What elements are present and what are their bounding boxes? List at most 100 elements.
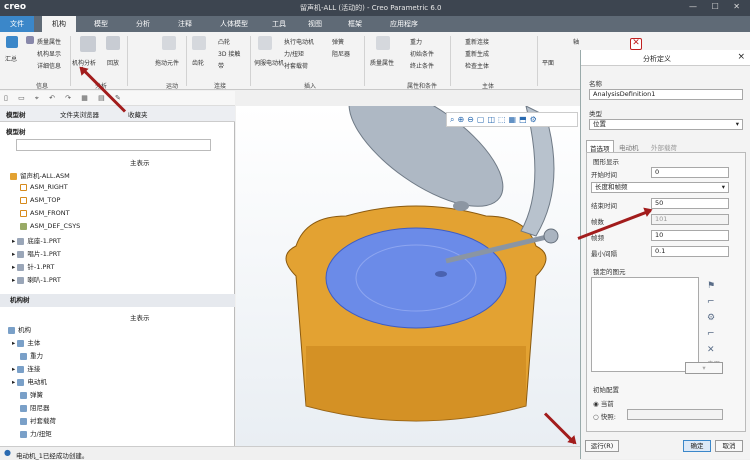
bushing-load-button[interactable]: 衬套载荷 — [284, 61, 308, 70]
tab-annotate[interactable]: 注释 — [168, 16, 202, 32]
summary-button[interactable]: 汇总 — [5, 54, 17, 63]
tree-item-csys[interactable]: ASM_DEF_CSYS — [20, 222, 80, 230]
tree-item-record[interactable]: ▸ 唱片-1.PRT — [12, 248, 61, 258]
mech-item-bushing[interactable]: 衬套载荷 — [20, 415, 56, 425]
cancel-button[interactable]: 取消 — [715, 440, 743, 452]
tree-item-asm-top[interactable]: ASM_TOP — [20, 196, 60, 204]
mechanism-display-button[interactable]: 机构显示 — [37, 49, 61, 58]
drag-icon[interactable] — [162, 36, 176, 50]
termination-condition-button[interactable]: 终止条件 — [410, 61, 434, 70]
locked-entity-tool-icons[interactable]: ⚑ ⌐ ⚙ ⌐ ✕ — [707, 278, 721, 358]
start-time-field[interactable]: 0 — [651, 167, 729, 178]
gravity-icon — [20, 352, 27, 360]
type-select[interactable]: 位置 ▾ — [589, 119, 743, 130]
filter-input[interactable] — [16, 139, 211, 151]
replay-icon[interactable] — [106, 36, 120, 50]
view-toolbar-icons[interactable]: ⌕⊕⊖▢◫⬚▦⬒⚙ — [450, 115, 540, 125]
tree-item-asm-right[interactable]: ASM_RIGHT — [20, 183, 68, 191]
tab-folder-browser[interactable]: 文件夹浏览器 — [60, 109, 99, 119]
tree-item-asm-front[interactable]: ASM_FRONT — [20, 209, 70, 217]
mech-item-motors[interactable]: ▸ 电动机 — [12, 376, 47, 386]
mech-item-force[interactable]: 力/扭矩 — [20, 428, 52, 438]
run-button[interactable]: 运行(R) — [585, 440, 619, 452]
mech-item-dampers[interactable]: 阻尼器 — [20, 402, 50, 412]
current-radio[interactable]: ◉ 当前 — [593, 398, 614, 408]
mech-item-springs[interactable]: 弹簧 — [20, 389, 43, 399]
mass-properties-icon[interactable] — [376, 36, 390, 50]
mass-properties-button[interactable]: 质量属性 — [37, 37, 61, 46]
tab-motors[interactable]: 电动机 — [619, 142, 639, 152]
tab-analysis[interactable]: 分析 — [126, 16, 160, 32]
tab-mechanism[interactable]: 机构 — [42, 16, 76, 32]
spring-button[interactable]: 弹簧 — [332, 37, 344, 46]
tab-framework[interactable]: 框架 — [338, 16, 372, 32]
end-time-field[interactable]: 50 — [651, 198, 729, 209]
tree-item-base[interactable]: ▸ 底座-1.PRT — [12, 235, 61, 245]
mech-item-gravity[interactable]: 重力 — [20, 350, 43, 360]
tab-file[interactable]: 文件 — [0, 16, 34, 32]
snapshot-radio[interactable]: ○ 快照: — [593, 411, 616, 421]
replay-button[interactable]: 回放 — [107, 58, 119, 67]
gravity-button[interactable]: 重力 — [410, 37, 422, 46]
mechanism-tree-header[interactable]: 机构树 — [0, 294, 235, 307]
view-toolbar[interactable]: ⌕⊕⊖▢◫⬚▦⬒⚙ — [446, 112, 578, 127]
model-tree-title: 模型树 — [6, 128, 26, 136]
gear-icon[interactable] — [192, 36, 206, 50]
detail-info-button[interactable]: 详细信息 — [37, 61, 61, 70]
mech-item-bodies[interactable]: ▸ 主体 — [12, 337, 40, 347]
plane-button[interactable]: 平面 — [542, 58, 554, 67]
tree-item-horn[interactable]: ▸ 喇叭-1.PRT — [12, 274, 61, 284]
damper-icon — [20, 404, 27, 412]
tab-manikin[interactable]: 人体模型 — [210, 16, 258, 32]
dialog-close-icon[interactable]: × — [737, 52, 745, 62]
tree-item-root[interactable]: 留声机-ALL.ASM — [10, 170, 70, 180]
mech-item-connections[interactable]: ▸ 连接 — [12, 363, 40, 373]
tab-tools[interactable]: 工具 — [262, 16, 296, 32]
tab-model-tree[interactable]: 模型树 — [6, 109, 26, 119]
tab-model[interactable]: 模型 — [84, 16, 118, 32]
graphics-viewport[interactable] — [236, 85, 580, 446]
frame-rate-field[interactable]: 10 — [651, 230, 729, 241]
tab-view[interactable]: 视图 — [298, 16, 332, 32]
tab-applications[interactable]: 应用程序 — [380, 16, 428, 32]
mode-select[interactable]: 长度和帧频 ▾ — [591, 182, 729, 193]
name-field[interactable]: AnalysisDefinition1 — [589, 89, 743, 100]
locked-entities-list[interactable] — [591, 277, 699, 372]
3d-contact-button[interactable]: 3D 接触 — [218, 49, 240, 58]
window-controls[interactable]: — ☐ ✕ — [689, 2, 746, 11]
close-icon[interactable]: ✕ — [630, 38, 642, 50]
cam-button[interactable]: 凸轮 — [218, 37, 230, 46]
mechanism-analysis-icon[interactable] — [80, 36, 96, 52]
assembly-icon — [10, 172, 17, 180]
servo-motor-icon[interactable] — [258, 36, 272, 50]
datum-plane-icon — [20, 196, 27, 204]
tree-item-needle[interactable]: ▸ 针-1.PRT — [12, 261, 54, 271]
belt-button[interactable]: 带 — [218, 61, 224, 70]
execute-motor-button[interactable]: 执行电动机 — [284, 37, 314, 46]
gear-button[interactable]: 齿轮 — [192, 58, 204, 67]
summary-icon[interactable] — [6, 36, 18, 48]
mass-properties-button-2[interactable]: 质量属性 — [370, 58, 394, 67]
damper-button[interactable]: 阻尼器 — [332, 49, 350, 58]
tone-arm-pivot — [543, 228, 559, 244]
enable-select[interactable]: ▾ — [685, 362, 723, 374]
ok-button[interactable]: 确定 — [683, 440, 711, 452]
mech-item-mechanism[interactable]: 机构 — [8, 324, 31, 334]
force-torque-button[interactable]: 力/扭矩 — [284, 49, 304, 58]
main-representation-label: 主表示 — [130, 159, 150, 167]
drag-components-button[interactable]: 拖动元件 — [155, 58, 179, 67]
servo-motor-button[interactable]: 伺服电动机 — [254, 58, 284, 67]
min-interval-label: 最小间隔 — [591, 250, 617, 258]
initial-condition-button[interactable]: 初始条件 — [410, 49, 434, 58]
tab-preferences[interactable]: 首选项 — [586, 140, 614, 153]
min-interval-field[interactable]: 0.1 — [651, 246, 729, 257]
panel-tabs: 模型树 文件夹浏览器 收藏夹 — [0, 106, 235, 122]
axis-button[interactable]: 轴 — [573, 37, 579, 46]
check-bodies-button[interactable]: 检查主体 — [465, 61, 489, 70]
part-icon — [17, 263, 25, 271]
tab-favorites[interactable]: 收藏夹 — [128, 109, 148, 119]
tab-external-loads[interactable]: 外部载荷 — [651, 142, 677, 152]
redefine-button[interactable]: 重新连接 — [465, 37, 489, 46]
regenerate-button[interactable]: 重新生成 — [465, 49, 489, 58]
force-icon — [20, 430, 27, 438]
